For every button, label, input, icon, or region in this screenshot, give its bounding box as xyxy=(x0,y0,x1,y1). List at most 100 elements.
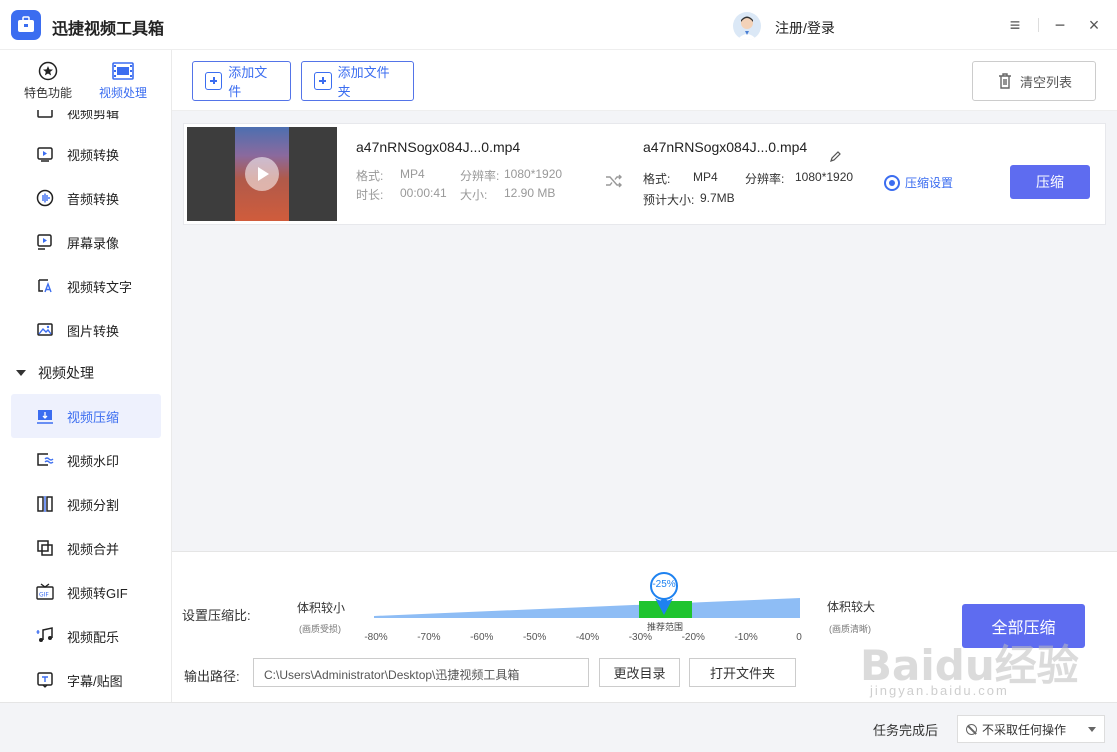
compress-settings-button[interactable]: 压缩设置 xyxy=(884,174,953,191)
edit-pencil-icon[interactable] xyxy=(829,150,842,166)
film-icon xyxy=(88,60,158,82)
sidebar-item-video-split[interactable]: 视频分割 xyxy=(11,482,161,526)
split-icon xyxy=(35,494,55,514)
slider-thumb[interactable]: -25% xyxy=(649,572,679,619)
shuffle-icon xyxy=(605,174,623,193)
add-folder-button[interactable]: 添加文件夹 xyxy=(301,61,414,101)
compress-button[interactable]: 压缩 xyxy=(1010,165,1090,199)
sidebar-item-label: 视频转换 xyxy=(67,147,120,163)
sidebar-item-label: 视频压缩 xyxy=(67,409,120,425)
sidebar-item-label: 字幕/贴图 xyxy=(67,673,123,689)
login-link[interactable]: 注册/登录 xyxy=(775,18,835,38)
watermark-icon xyxy=(35,450,55,470)
output-path-label: 输出路径: xyxy=(184,669,240,684)
tab-featured-label: 特色功能 xyxy=(23,86,72,100)
change-directory-button[interactable]: 更改目录 xyxy=(599,658,680,687)
sidebar-item-label: 视频分割 xyxy=(67,497,120,513)
sidebar-item-label: 图片转换 xyxy=(67,323,120,339)
slider-tick-label: -30% xyxy=(628,632,653,643)
duration-label: 时长: xyxy=(356,188,384,202)
slider-tick-label: -70% xyxy=(417,632,441,643)
sidebar-item-video-to-gif[interactable]: GIF 视频转GIF xyxy=(11,570,161,614)
file-list: a47nRNSogx084J...0.mp4 格式: MP4 分辨率: 1080… xyxy=(172,111,1117,551)
after-task-value: 不采取任何操作 xyxy=(982,722,1067,737)
larger-label: 体积较大 xyxy=(827,600,876,614)
sidebar-top-nav: 特色功能 视频处理 xyxy=(0,50,171,110)
add-icon xyxy=(205,72,223,90)
status-bar: 任务完成后 不采取任何操作 xyxy=(0,702,1117,752)
video-text-icon xyxy=(35,276,55,296)
slider-tick-label: -40% xyxy=(575,632,600,643)
menu-icon[interactable]: ≡ xyxy=(1004,14,1026,36)
add-file-button[interactable]: 添加文件 xyxy=(192,61,291,101)
estimated-size-label: 预计大小: xyxy=(643,193,695,207)
sidebar-item-video-to-text[interactable]: 视频转文字 xyxy=(11,264,161,308)
caret-down-icon xyxy=(16,370,26,376)
file-card[interactable]: a47nRNSogx084J...0.mp4 格式: MP4 分辨率: 1080… xyxy=(183,123,1106,225)
sidebar-item-video-music[interactable]: 视频配乐 xyxy=(11,614,161,658)
sidebar-item-label: 视频配乐 xyxy=(67,629,120,645)
output-path-field[interactable]: C:\Users\Administrator\Desktop\迅捷视频工具箱 xyxy=(253,658,589,687)
smaller-label: 体积较小 xyxy=(297,601,346,615)
format-label: 格式: xyxy=(356,169,384,183)
sidebar-item-label: 视频转文字 xyxy=(67,279,133,295)
slider-track xyxy=(374,598,800,618)
slider-tick-label: -20% xyxy=(681,632,705,643)
slider-tick-label: 0 xyxy=(796,632,802,643)
screen-record-icon xyxy=(35,232,55,252)
source-size: 12.90 MB xyxy=(504,186,556,200)
sidebar-group-label: 视频处理 xyxy=(38,365,94,381)
size-label: 大小: xyxy=(460,188,488,202)
merge-icon xyxy=(35,538,55,558)
toolbar: 添加文件 添加文件夹 清空列表 xyxy=(172,50,1117,111)
source-format: MP4 xyxy=(400,167,425,181)
tab-featured[interactable]: 特色功能 xyxy=(13,60,83,101)
minimize-icon[interactable]: − xyxy=(1049,14,1071,36)
output-file-name: a47nRNSogx084J...0.mp4 xyxy=(643,139,808,155)
baidu-watermark-url: jingyan.baidu.com xyxy=(870,683,1009,698)
compress-icon xyxy=(35,406,55,426)
sidebar-item-video-merge[interactable]: 视频合并 xyxy=(11,526,161,570)
estimated-size: 9.7MB xyxy=(700,191,735,205)
after-task-label: 任务完成后 xyxy=(873,723,939,738)
open-folder-button[interactable]: 打开文件夹 xyxy=(689,658,796,687)
close-icon[interactable]: × xyxy=(1083,14,1105,36)
sidebar-item-video-watermark[interactable]: 视频水印 xyxy=(11,438,161,482)
out-resolution-label: 分辨率: xyxy=(745,172,785,186)
output-resolution: 1080*1920 xyxy=(795,170,854,184)
tab-video-processing[interactable]: 视频处理 xyxy=(88,60,158,101)
sidebar-item-video-compress[interactable]: 视频压缩 xyxy=(11,394,161,438)
play-icon[interactable] xyxy=(245,157,279,191)
slider-tick-label: -60% xyxy=(470,632,494,643)
clear-list-button[interactable]: 清空列表 xyxy=(972,61,1096,101)
after-task-select[interactable]: 不采取任何操作 xyxy=(957,715,1105,743)
sidebar-item-video-convert[interactable]: 视频转换 xyxy=(11,132,161,176)
settings-icon xyxy=(884,174,900,191)
slider-tick-label: -80% xyxy=(364,632,388,643)
video-thumbnail[interactable] xyxy=(187,127,337,221)
avatar[interactable] xyxy=(733,12,761,40)
sidebar-item-audio-convert[interactable]: 音频转换 xyxy=(11,176,161,220)
sidebar-item-label: 屏幕录像 xyxy=(67,235,120,251)
out-format-label: 格式: xyxy=(643,172,671,186)
clear-list-label: 清空列表 xyxy=(1019,74,1072,90)
source-resolution: 1080*1920 xyxy=(504,167,563,181)
sidebar-item-label: 音频转换 xyxy=(67,191,120,207)
slider-tick-label: -10% xyxy=(734,632,758,643)
image-icon xyxy=(35,320,55,340)
sidebar-item-screen-record[interactable]: 屏幕录像 xyxy=(11,220,161,264)
sidebar-item-subtitle-sticker[interactable]: 字幕/贴图 xyxy=(11,658,161,702)
app-logo-icon xyxy=(11,10,41,40)
add-folder-label: 添加文件夹 xyxy=(337,65,390,99)
output-format: MP4 xyxy=(693,170,718,184)
sidebar-item-label: 视频合并 xyxy=(67,541,120,557)
tab-video-processing-label: 视频处理 xyxy=(98,86,147,100)
sidebar-group-video-processing[interactable]: 视频处理 xyxy=(16,363,94,383)
music-icon xyxy=(35,626,55,646)
compression-slider[interactable] xyxy=(374,598,800,618)
sidebar-item-image-convert[interactable]: 图片转换 xyxy=(11,308,161,352)
ratio-label: 设置压缩比: xyxy=(182,608,251,623)
sidebar-item-label: 视频水印 xyxy=(67,453,120,469)
title-divider xyxy=(1038,18,1039,32)
gif-icon: GIF xyxy=(35,582,55,602)
